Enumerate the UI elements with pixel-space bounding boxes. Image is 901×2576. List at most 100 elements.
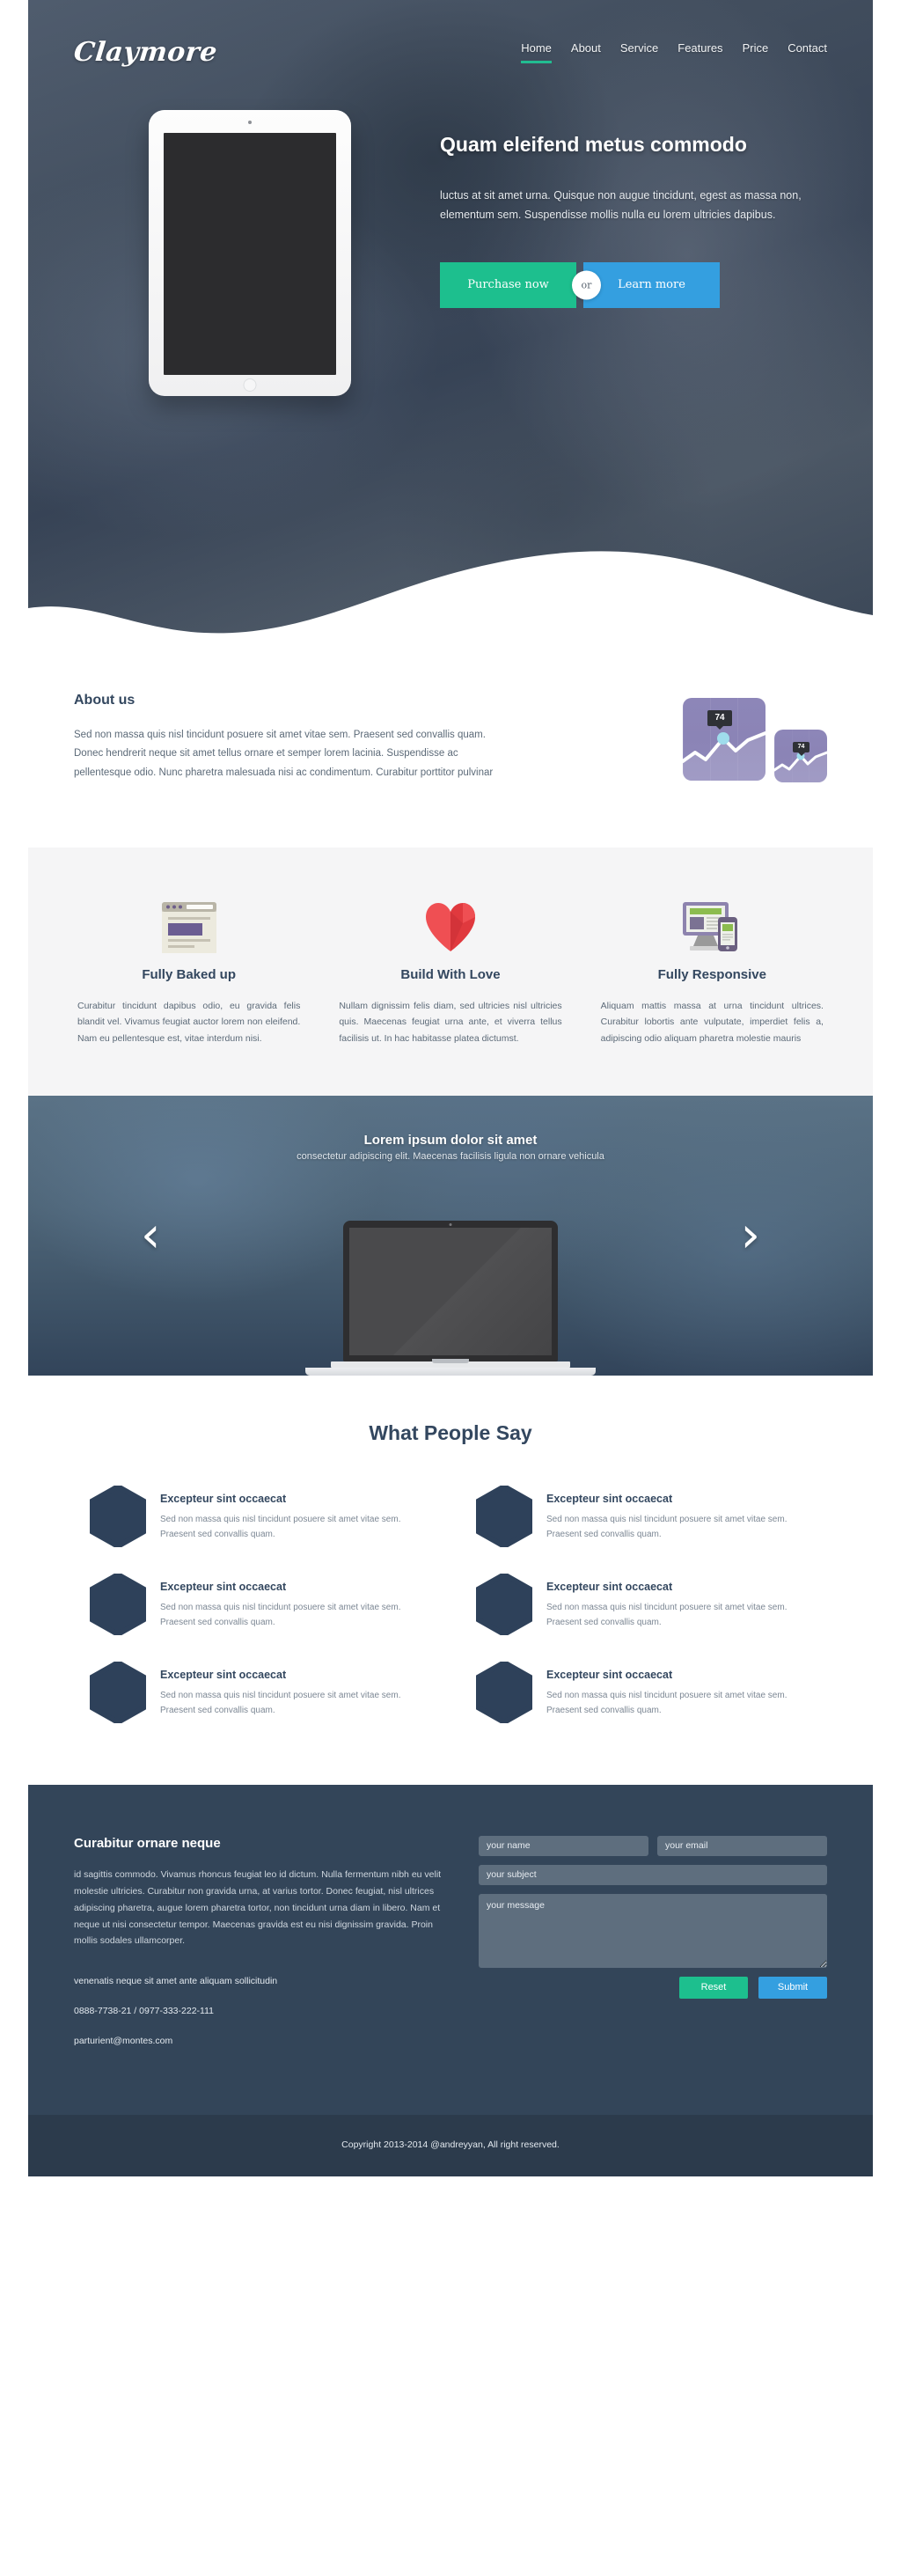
contact-address: venenatis neque sit amet ante aliquam so… xyxy=(74,1976,278,1987)
testimonial-body: Excepteur sint occaecat Sed non massa qu… xyxy=(160,1574,425,1630)
feature-card-build-with-love: Build With Love Nullam dignissim felis d… xyxy=(335,884,565,1046)
hero-text-column: Quam eleifend metus commodo luctus at si… xyxy=(426,110,827,396)
features-grid: Fully Baked up Curabitur tincidunt dapib… xyxy=(74,884,827,1046)
testimonial-body: Excepteur sint occaecat Sed non massa qu… xyxy=(546,1486,811,1542)
about-section: About us Sed non massa quis nisl tincidu… xyxy=(28,638,873,848)
landing-page: Claymore Home About Service Features Pri… xyxy=(0,0,901,2177)
testimonial-text: Sed non massa quis nisl tincidunt posuer… xyxy=(546,1690,787,1715)
carousel-prev-arrow-icon[interactable]: ‹ xyxy=(141,1210,160,1260)
testimonial-text: Sed non massa quis nisl tincidunt posuer… xyxy=(546,1602,787,1627)
testimonial-item: Excepteur sint occaecat Sed non massa qu… xyxy=(476,1485,811,1547)
contact-form: Reset Submit xyxy=(479,1835,827,2066)
carousel-next-arrow-icon[interactable]: › xyxy=(741,1210,760,1260)
hero-body: Quam eleifend metus commodo luctus at si… xyxy=(74,68,827,396)
avatar-hexagon-icon xyxy=(476,1485,532,1547)
laptop-notch xyxy=(432,1358,469,1363)
carousel-caption: Lorem ipsum dolor sit amet consectetur a… xyxy=(28,1096,873,1162)
feature-title-build-with-love: Build With Love xyxy=(400,966,501,982)
testimonial-text: Sed non massa quis nisl tincidunt posuer… xyxy=(160,1514,401,1539)
contact-email[interactable]: parturient@montes.com xyxy=(74,2036,443,2046)
nav-item-service[interactable]: Service xyxy=(620,41,658,63)
testimonial-title: Excepteur sint occaecat xyxy=(160,1580,287,1593)
contact-info-column: Curabitur ornare neque id sagittis commo… xyxy=(74,1836,443,2066)
avatar-hexagon-icon xyxy=(476,1661,532,1723)
testimonial-text: Sed non massa quis nisl tincidunt posuer… xyxy=(160,1602,401,1627)
testimonial-item: Excepteur sint occaecat Sed non massa qu… xyxy=(476,1661,811,1723)
form-actions: Reset Submit xyxy=(479,1976,827,1999)
avatar-hexagon-icon xyxy=(90,1573,146,1635)
about-inner: About us Sed non massa quis nisl tincidu… xyxy=(74,693,827,782)
tablet-mockup xyxy=(149,110,351,396)
carousel-subtitle: consectetur adipiscing elit. Maecenas fa… xyxy=(297,1150,604,1162)
hero-title: Quam eleifend metus commodo xyxy=(440,133,747,156)
nav-links: Home About Service Features Price Contac… xyxy=(521,41,827,63)
footer-section: Copyright 2013-2014 @andreyyan, All righ… xyxy=(28,2115,873,2177)
testimonial-title: Excepteur sint occaecat xyxy=(160,1492,287,1505)
chart-line-graph-small-icon xyxy=(774,751,827,782)
brand-logo[interactable]: Claymore xyxy=(72,37,218,68)
testimonial-body: Excepteur sint occaecat Sed non massa qu… xyxy=(546,1574,811,1630)
nav-item-contact[interactable]: Contact xyxy=(787,41,827,63)
analytics-chart-card-small: 74 xyxy=(774,729,827,782)
nav-item-price[interactable]: Price xyxy=(743,41,769,63)
hero-device-column xyxy=(74,110,426,396)
hero-button-group: Purchase now or Learn more xyxy=(440,261,827,308)
testimonials-section: What People Say Excepteur sint occaecat … xyxy=(28,1375,873,1785)
learn-more-button[interactable]: Learn more xyxy=(583,261,720,308)
testimonial-title: Excepteur sint occaecat xyxy=(546,1580,673,1593)
laptop-mockup xyxy=(305,1220,596,1376)
testimonials-heading: What People Say xyxy=(369,1420,532,1444)
feature-card-fully-responsive: Fully Responsive Aliquam mattis massa at… xyxy=(597,884,827,1046)
contact-title: Curabitur ornare neque xyxy=(74,1835,221,1851)
about-text-column: About us Sed non massa quis nisl tincidu… xyxy=(74,693,514,782)
copyright-text: Copyright 2013-2014 @andreyyan, All righ… xyxy=(341,2139,560,2151)
laptop-base xyxy=(305,1367,596,1376)
laptop-hinge xyxy=(331,1358,570,1368)
reset-button[interactable]: Reset xyxy=(679,1976,748,1999)
tablet-home-button-icon xyxy=(243,378,257,392)
subject-input[interactable] xyxy=(479,1864,827,1885)
heart-icon xyxy=(335,884,565,953)
browser-window-icon xyxy=(74,884,304,953)
laptop-screen xyxy=(343,1220,558,1361)
testimonial-text: Sed non massa quis nisl tincidunt posuer… xyxy=(160,1690,401,1715)
feature-text-baked-up: Curabitur tincidunt dapibus odio, eu gra… xyxy=(77,1000,301,1044)
chart-tooltip-small: 74 xyxy=(793,741,809,752)
features-section: Fully Baked up Curabitur tincidunt dapib… xyxy=(28,847,873,1096)
nav-item-about[interactable]: About xyxy=(571,41,601,63)
contact-description: id sagittis commodo. Vivamus rhoncus feu… xyxy=(74,1868,442,1947)
avatar-hexagon-icon xyxy=(476,1573,532,1635)
name-input[interactable] xyxy=(479,1835,648,1856)
about-text: Sed non massa quis nisl tincidunt posuer… xyxy=(74,730,494,778)
testimonial-title: Excepteur sint occaecat xyxy=(546,1668,673,1681)
feature-title-baked-up: Fully Baked up xyxy=(142,966,236,982)
chart-tooltip-large: 74 xyxy=(707,710,732,726)
carousel-section: Lorem ipsum dolor sit amet consectetur a… xyxy=(28,1095,873,1376)
avatar-hexagon-icon xyxy=(90,1485,146,1547)
nav-item-home[interactable]: Home xyxy=(521,41,552,63)
testimonial-title: Excepteur sint occaecat xyxy=(160,1668,287,1681)
hero-description: luctus at sit amet urna. Quisque non aug… xyxy=(440,189,802,221)
testimonial-title: Excepteur sint occaecat xyxy=(546,1492,673,1505)
nav-item-features[interactable]: Features xyxy=(678,41,722,63)
hero-section: Claymore Home About Service Features Pri… xyxy=(28,0,873,638)
submit-button[interactable]: Submit xyxy=(758,1976,827,1999)
testimonial-body: Excepteur sint occaecat Sed non massa qu… xyxy=(160,1662,425,1718)
or-separator-badge: or xyxy=(572,270,601,300)
contact-inner: Curabitur ornare neque id sagittis commo… xyxy=(74,1835,827,2066)
purchase-now-button[interactable]: Purchase now xyxy=(440,261,576,308)
about-illustration: 74 74 xyxy=(514,693,827,782)
email-input[interactable] xyxy=(657,1835,827,1856)
form-row-name-email xyxy=(479,1835,827,1856)
feature-title-fully-responsive: Fully Responsive xyxy=(657,966,766,982)
contact-phone: 0888-7738-21 / 0977-333-222-111 xyxy=(74,2006,214,2017)
testimonial-item: Excepteur sint occaecat Sed non massa qu… xyxy=(90,1485,425,1547)
laptop-display xyxy=(349,1227,552,1355)
feature-card-baked-up: Fully Baked up Curabitur tincidunt dapib… xyxy=(74,884,304,1046)
testimonial-item: Excepteur sint occaecat Sed non massa qu… xyxy=(90,1661,425,1723)
tablet-camera-icon xyxy=(248,121,252,124)
responsive-devices-icon xyxy=(597,884,827,953)
message-textarea[interactable] xyxy=(479,1893,827,1968)
feature-text-fully-responsive: Aliquam mattis massa at urna tincidunt u… xyxy=(600,1000,824,1044)
testimonial-text: Sed non massa quis nisl tincidunt posuer… xyxy=(546,1514,787,1539)
